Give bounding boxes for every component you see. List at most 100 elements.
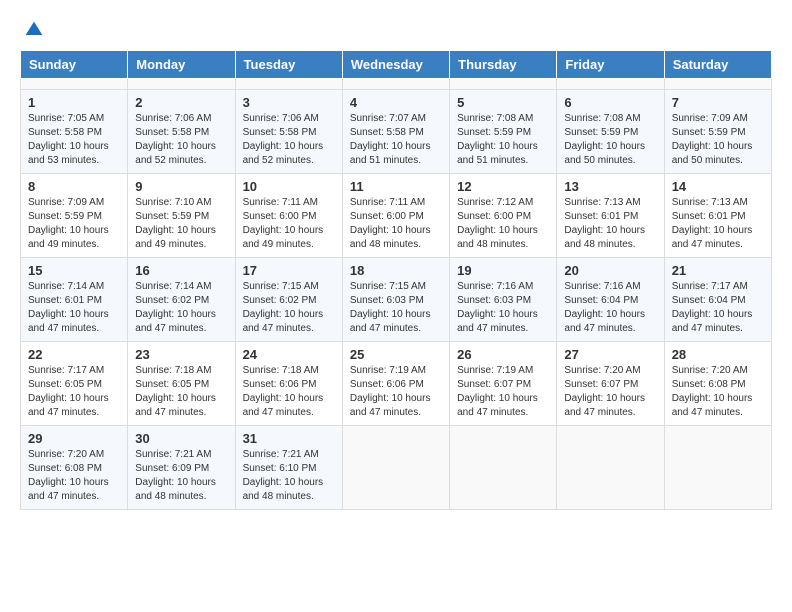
day-number: 10 xyxy=(243,179,335,194)
calendar-cell: 16 Sunrise: 7:14 AMSunset: 6:02 PMDayligh… xyxy=(128,258,235,342)
day-number: 15 xyxy=(28,263,120,278)
day-number: 14 xyxy=(672,179,764,194)
calendar-cell xyxy=(557,79,664,90)
calendar-cell: 23 Sunrise: 7:18 AMSunset: 6:05 PMDayligh… xyxy=(128,342,235,426)
calendar-cell: 29Sunrise: 7:20 AMSunset: 6:08 PMDayligh… xyxy=(21,426,128,510)
cell-info: Sunrise: 7:15 AMSunset: 6:03 PMDaylight:… xyxy=(350,281,431,334)
cell-info: Sunrise: 7:18 AMSunset: 6:05 PMDaylight:… xyxy=(135,365,216,418)
day-number: 31 xyxy=(243,431,335,446)
calendar-cell: 20 Sunrise: 7:16 AMSunset: 6:04 PMDayligh… xyxy=(557,258,664,342)
day-number: 1 xyxy=(28,95,120,110)
cell-info: Sunrise: 7:06 AMSunset: 5:58 PMDaylight:… xyxy=(135,113,216,166)
calendar-cell: 2 Sunrise: 7:06 AMSunset: 5:58 PMDaylight… xyxy=(128,90,235,174)
calendar-cell: 19 Sunrise: 7:16 AMSunset: 6:03 PMDayligh… xyxy=(450,258,557,342)
calendar-cell: 30 Sunrise: 7:21 AMSunset: 6:09 PMDayligh… xyxy=(128,426,235,510)
calendar-cell xyxy=(450,426,557,510)
cell-info: Sunrise: 7:12 AMSunset: 6:00 PMDaylight:… xyxy=(457,197,538,250)
calendar-cell: 4Sunrise: 7:07 AMSunset: 5:58 PMDaylight… xyxy=(342,90,449,174)
calendar-table: SundayMondayTuesdayWednesdayThursdayFrid… xyxy=(20,50,772,510)
cell-info: Sunrise: 7:20 AMSunset: 6:08 PMDaylight:… xyxy=(672,365,753,418)
calendar-cell: 9 Sunrise: 7:10 AMSunset: 5:59 PMDaylight… xyxy=(128,174,235,258)
day-number: 11 xyxy=(350,179,442,194)
cell-info: Sunrise: 7:13 AMSunset: 6:01 PMDaylight:… xyxy=(564,197,645,250)
calendar-week-row: 1 Sunrise: 7:05 AMSunset: 5:58 PMDaylight… xyxy=(21,90,772,174)
calendar-cell xyxy=(664,426,771,510)
cell-info: Sunrise: 7:20 AMSunset: 6:07 PMDaylight:… xyxy=(564,365,645,418)
day-number: 24 xyxy=(243,347,335,362)
cell-info: Sunrise: 7:14 AMSunset: 6:01 PMDaylight:… xyxy=(28,281,109,334)
cell-info: Sunrise: 7:08 AMSunset: 5:59 PMDaylight:… xyxy=(564,113,645,166)
day-number: 23 xyxy=(135,347,227,362)
calendar-cell xyxy=(21,79,128,90)
cell-info: Sunrise: 7:08 AMSunset: 5:59 PMDaylight:… xyxy=(457,113,538,166)
calendar-cell xyxy=(664,79,771,90)
calendar-cell: 24 Sunrise: 7:18 AMSunset: 6:06 PMDayligh… xyxy=(235,342,342,426)
calendar-cell: 6 Sunrise: 7:08 AMSunset: 5:59 PMDaylight… xyxy=(557,90,664,174)
calendar-cell: 28Sunrise: 7:20 AMSunset: 6:08 PMDayligh… xyxy=(664,342,771,426)
calendar-week-row: 22Sunrise: 7:17 AMSunset: 6:05 PMDayligh… xyxy=(21,342,772,426)
day-number: 9 xyxy=(135,179,227,194)
calendar-day-header: Tuesday xyxy=(235,51,342,79)
day-number: 8 xyxy=(28,179,120,194)
cell-info: Sunrise: 7:18 AMSunset: 6:06 PMDaylight:… xyxy=(243,365,324,418)
calendar-cell: 11 Sunrise: 7:11 AMSunset: 6:00 PMDayligh… xyxy=(342,174,449,258)
cell-info: Sunrise: 7:17 AMSunset: 6:05 PMDaylight:… xyxy=(28,365,109,418)
calendar-cell: 25Sunrise: 7:19 AMSunset: 6:06 PMDayligh… xyxy=(342,342,449,426)
day-number: 21 xyxy=(672,263,764,278)
calendar-day-header: Sunday xyxy=(21,51,128,79)
cell-info: Sunrise: 7:17 AMSunset: 6:04 PMDaylight:… xyxy=(672,281,753,334)
cell-info: Sunrise: 7:09 AMSunset: 5:59 PMDaylight:… xyxy=(672,113,753,166)
day-number: 5 xyxy=(457,95,549,110)
cell-info: Sunrise: 7:19 AMSunset: 6:07 PMDaylight:… xyxy=(457,365,538,418)
day-number: 6 xyxy=(564,95,656,110)
cell-info: Sunrise: 7:16 AMSunset: 6:03 PMDaylight:… xyxy=(457,281,538,334)
day-number: 2 xyxy=(135,95,227,110)
calendar-cell: 22Sunrise: 7:17 AMSunset: 6:05 PMDayligh… xyxy=(21,342,128,426)
day-number: 30 xyxy=(135,431,227,446)
calendar-day-header: Friday xyxy=(557,51,664,79)
cell-info: Sunrise: 7:07 AMSunset: 5:58 PMDaylight:… xyxy=(350,113,431,166)
calendar-week-row: 15 Sunrise: 7:14 AMSunset: 6:01 PMDayligh… xyxy=(21,258,772,342)
calendar-header-row: SundayMondayTuesdayWednesdayThursdayFrid… xyxy=(21,51,772,79)
cell-info: Sunrise: 7:05 AMSunset: 5:58 PMDaylight:… xyxy=(28,113,109,166)
calendar-cell xyxy=(450,79,557,90)
calendar-day-header: Monday xyxy=(128,51,235,79)
day-number: 27 xyxy=(564,347,656,362)
cell-info: Sunrise: 7:16 AMSunset: 6:04 PMDaylight:… xyxy=(564,281,645,334)
calendar-week-row: 8 Sunrise: 7:09 AMSunset: 5:59 PMDaylight… xyxy=(21,174,772,258)
calendar-cell: 31Sunrise: 7:21 AMSunset: 6:10 PMDayligh… xyxy=(235,426,342,510)
day-number: 20 xyxy=(564,263,656,278)
calendar-cell xyxy=(342,79,449,90)
calendar-cell: 27 Sunrise: 7:20 AMSunset: 6:07 PMDayligh… xyxy=(557,342,664,426)
calendar-cell: 21 Sunrise: 7:17 AMSunset: 6:04 PMDayligh… xyxy=(664,258,771,342)
day-number: 12 xyxy=(457,179,549,194)
calendar-cell: 3 Sunrise: 7:06 AMSunset: 5:58 PMDaylight… xyxy=(235,90,342,174)
cell-info: Sunrise: 7:06 AMSunset: 5:58 PMDaylight:… xyxy=(243,113,324,166)
calendar-cell: 15 Sunrise: 7:14 AMSunset: 6:01 PMDayligh… xyxy=(21,258,128,342)
cell-info: Sunrise: 7:11 AMSunset: 6:00 PMDaylight:… xyxy=(350,197,431,250)
day-number: 16 xyxy=(135,263,227,278)
day-number: 26 xyxy=(457,347,549,362)
calendar-day-header: Saturday xyxy=(664,51,771,79)
cell-info: Sunrise: 7:10 AMSunset: 5:59 PMDaylight:… xyxy=(135,197,216,250)
day-number: 3 xyxy=(243,95,335,110)
cell-info: Sunrise: 7:15 AMSunset: 6:02 PMDaylight:… xyxy=(243,281,324,334)
calendar-cell: 5 Sunrise: 7:08 AMSunset: 5:59 PMDaylight… xyxy=(450,90,557,174)
calendar-cell: 10Sunrise: 7:11 AMSunset: 6:00 PMDayligh… xyxy=(235,174,342,258)
calendar-cell: 1 Sunrise: 7:05 AMSunset: 5:58 PMDaylight… xyxy=(21,90,128,174)
logo-icon xyxy=(24,20,44,40)
calendar-cell: 17Sunrise: 7:15 AMSunset: 6:02 PMDayligh… xyxy=(235,258,342,342)
cell-info: Sunrise: 7:19 AMSunset: 6:06 PMDaylight:… xyxy=(350,365,431,418)
day-number: 18 xyxy=(350,263,442,278)
cell-info: Sunrise: 7:13 AMSunset: 6:01 PMDaylight:… xyxy=(672,197,753,250)
cell-info: Sunrise: 7:09 AMSunset: 5:59 PMDaylight:… xyxy=(28,197,109,250)
day-number: 19 xyxy=(457,263,549,278)
cell-info: Sunrise: 7:14 AMSunset: 6:02 PMDaylight:… xyxy=(135,281,216,334)
calendar-cell: 13Sunrise: 7:13 AMSunset: 6:01 PMDayligh… xyxy=(557,174,664,258)
calendar-week-row xyxy=(21,79,772,90)
calendar-cell: 26 Sunrise: 7:19 AMSunset: 6:07 PMDayligh… xyxy=(450,342,557,426)
cell-info: Sunrise: 7:21 AMSunset: 6:09 PMDaylight:… xyxy=(135,449,216,502)
calendar-day-header: Wednesday xyxy=(342,51,449,79)
calendar-cell xyxy=(128,79,235,90)
calendar-cell: 8 Sunrise: 7:09 AMSunset: 5:59 PMDaylight… xyxy=(21,174,128,258)
